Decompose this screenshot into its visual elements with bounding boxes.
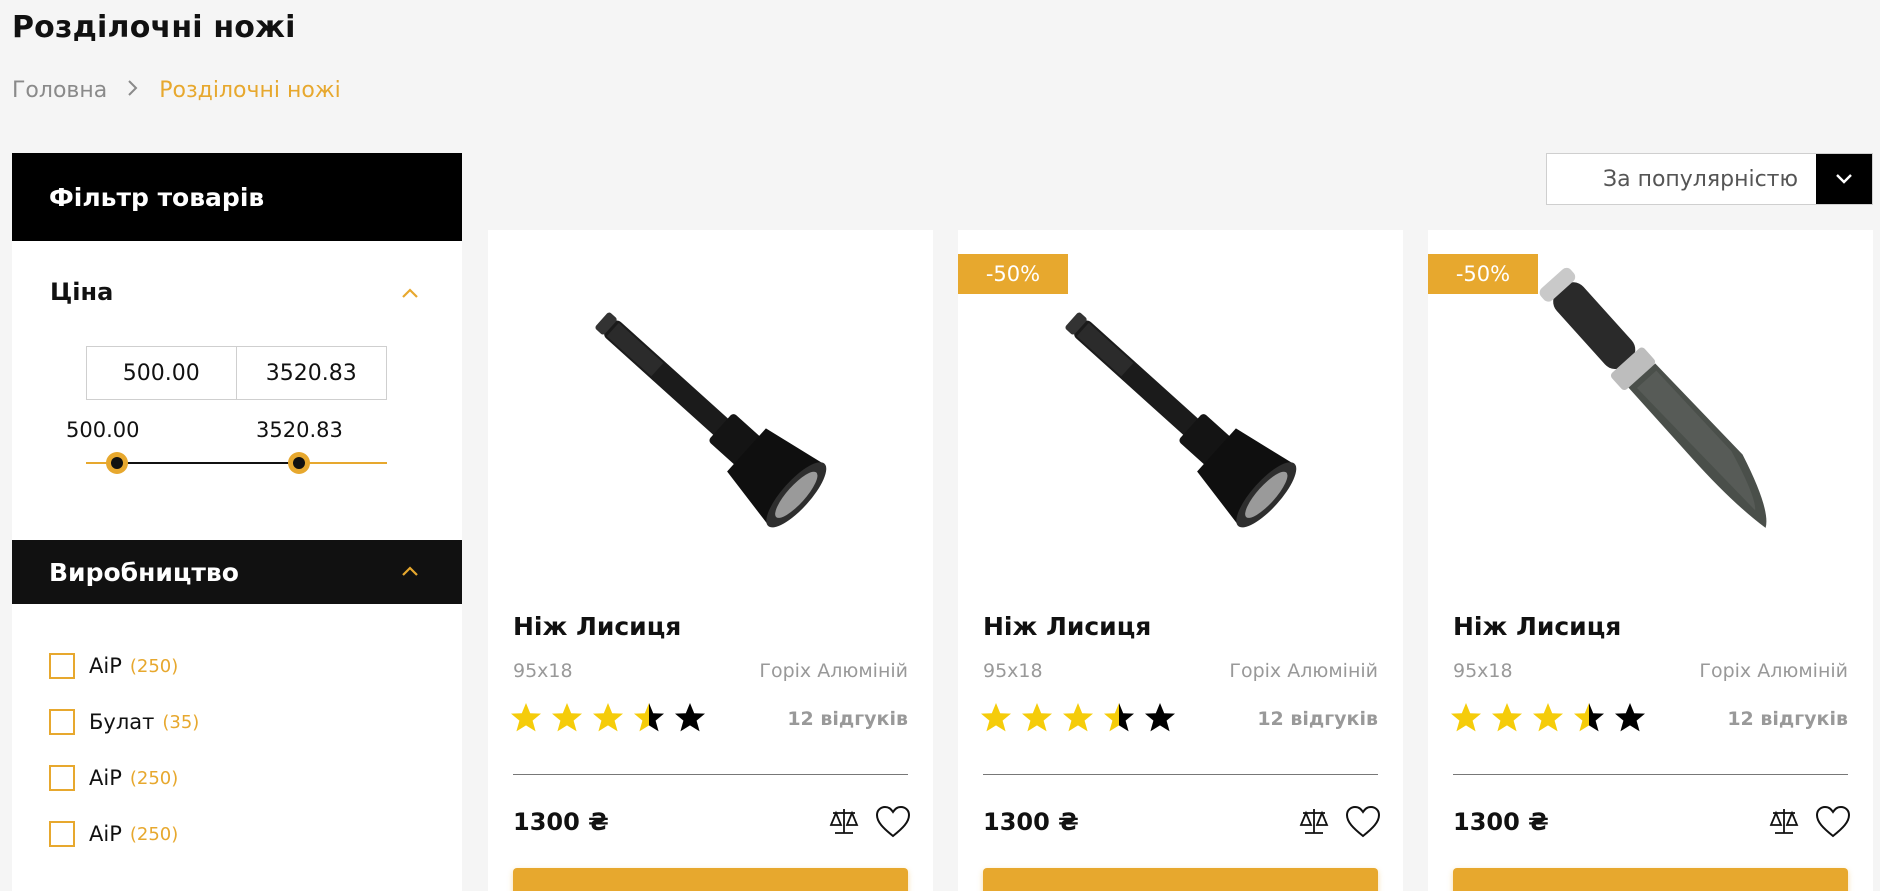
star-icon — [1574, 703, 1604, 732]
product-image[interactable] — [1488, 255, 1818, 555]
manufacturer-list: AiP (250) Булат (35) AiP (250) AiP (250) — [49, 638, 199, 862]
price-section-title[interactable]: Ціна — [50, 278, 113, 306]
product-rating — [1450, 702, 1655, 734]
manufacturer-name: AiP — [89, 654, 122, 678]
manufacturer-title-text: Виробництво — [49, 557, 239, 587]
breadcrumb-home-link[interactable]: Головна — [12, 78, 107, 103]
product-image[interactable] — [1018, 255, 1348, 555]
page-title: Розділочні ножі — [12, 10, 296, 45]
price-slider-fill — [117, 462, 299, 464]
price-slider-max-thumb[interactable] — [288, 452, 310, 474]
product-rating — [980, 702, 1185, 734]
product-name[interactable]: Ніж Лисиця — [1453, 612, 1621, 641]
manufacturer-item[interactable]: AiP (250) — [49, 806, 199, 862]
breadcrumb-current: Розділочні ножі — [159, 78, 341, 103]
divider — [513, 774, 908, 775]
chevron-up-icon[interactable] — [402, 563, 418, 579]
divider — [983, 774, 1378, 775]
manufacturer-name: AiP — [89, 822, 122, 846]
star-icon — [675, 703, 705, 732]
checkbox[interactable] — [49, 653, 75, 679]
page: Розділочні ножі Головна Розділочні ножі … — [0, 0, 1880, 891]
star-icon — [981, 703, 1011, 732]
star-icon — [634, 703, 664, 732]
chevron-up-icon[interactable] — [402, 285, 418, 301]
heart-icon[interactable] — [1815, 805, 1851, 839]
product-name[interactable]: Ніж Лисиця — [513, 612, 681, 641]
star-icon — [1492, 703, 1522, 732]
sort-toggle-button[interactable] — [1816, 154, 1872, 204]
manufacturer-section-title[interactable]: Виробництво — [12, 540, 462, 604]
manufacturer-name: Булат — [89, 710, 155, 734]
price-max-label: 3520.83 — [256, 418, 343, 442]
star-icon — [552, 703, 582, 732]
product-size: 95x18 — [513, 660, 573, 682]
price-max-input[interactable] — [236, 347, 386, 399]
filter-sidebar: Фільтр товарів Ціна 500.00 3520.83 Вироб… — [12, 153, 462, 891]
checkbox[interactable] — [49, 821, 75, 847]
price-min-input[interactable] — [87, 347, 237, 399]
star-icon — [593, 703, 623, 732]
star-icon — [1615, 703, 1645, 732]
star-icon — [1063, 703, 1093, 732]
star-icon — [511, 703, 541, 732]
buy-button[interactable] — [513, 868, 908, 891]
checkbox[interactable] — [49, 765, 75, 791]
price-range-inputs — [86, 346, 387, 400]
product-material: Горіх Алюміній — [1699, 660, 1848, 682]
divider — [1453, 774, 1848, 775]
product-reviews-link[interactable]: 12 відгуків — [1727, 708, 1848, 730]
flashlight-icon — [595, 312, 827, 528]
product-reviews-link[interactable]: 12 відгуків — [787, 708, 908, 730]
product-price: 1300 ₴ — [1453, 808, 1549, 836]
product-material: Горіх Алюміній — [759, 660, 908, 682]
product-card[interactable]: -50% Ніж Лисиця 95x18 Горіх Алюміній 12 … — [1428, 230, 1873, 891]
manufacturer-item[interactable]: Булат (35) — [49, 694, 199, 750]
star-icon — [1145, 703, 1175, 732]
breadcrumb: Головна Розділочні ножі — [12, 78, 341, 103]
product-price: 1300 ₴ — [513, 808, 609, 836]
product-name[interactable]: Ніж Лисиця — [983, 612, 1151, 641]
manufacturer-name: AiP — [89, 766, 122, 790]
manufacturer-count: (35) — [162, 711, 200, 733]
product-card[interactable]: -50% Ніж Лисиця 95x18 Горіх Алюміній 12 … — [958, 230, 1403, 891]
buy-button[interactable] — [1453, 868, 1848, 891]
manufacturer-item[interactable]: AiP (250) — [49, 750, 199, 806]
star-icon — [1451, 703, 1481, 732]
heart-icon[interactable] — [875, 805, 911, 839]
product-reviews-link[interactable]: 12 відгуків — [1257, 708, 1378, 730]
product-card[interactable]: Ніж Лисиця 95x18 Горіх Алюміній 12 відгу… — [488, 230, 933, 891]
product-image[interactable] — [548, 255, 878, 555]
star-icon — [1104, 703, 1134, 732]
product-size: 95x18 — [983, 660, 1043, 682]
manufacturer-count: (250) — [129, 823, 179, 845]
product-price: 1300 ₴ — [983, 808, 1079, 836]
chevron-right-icon — [127, 78, 139, 103]
knife-icon — [1539, 267, 1767, 528]
filter-title: Фільтр товарів — [12, 153, 462, 241]
buy-button[interactable] — [983, 868, 1378, 891]
sort-selected-value: За популярністю — [1602, 166, 1798, 192]
star-icon — [1022, 703, 1052, 732]
star-icon — [1533, 703, 1563, 732]
product-size: 95x18 — [1453, 660, 1513, 682]
manufacturer-count: (250) — [129, 767, 179, 789]
price-min-label: 500.00 — [66, 418, 140, 442]
compare-scales-icon[interactable] — [827, 805, 861, 839]
manufacturer-item[interactable]: AiP (250) — [49, 638, 199, 694]
manufacturer-count: (250) — [129, 655, 179, 677]
flashlight-icon — [1065, 312, 1297, 528]
price-slider-min-thumb[interactable] — [106, 452, 128, 474]
product-material: Горіх Алюміній — [1229, 660, 1378, 682]
compare-scales-icon[interactable] — [1767, 805, 1801, 839]
checkbox[interactable] — [49, 709, 75, 735]
heart-icon[interactable] — [1345, 805, 1381, 839]
product-rating — [510, 702, 715, 734]
chevron-down-icon — [1836, 174, 1852, 184]
compare-scales-icon[interactable] — [1297, 805, 1331, 839]
sort-dropdown[interactable]: За популярністю — [1546, 153, 1873, 205]
